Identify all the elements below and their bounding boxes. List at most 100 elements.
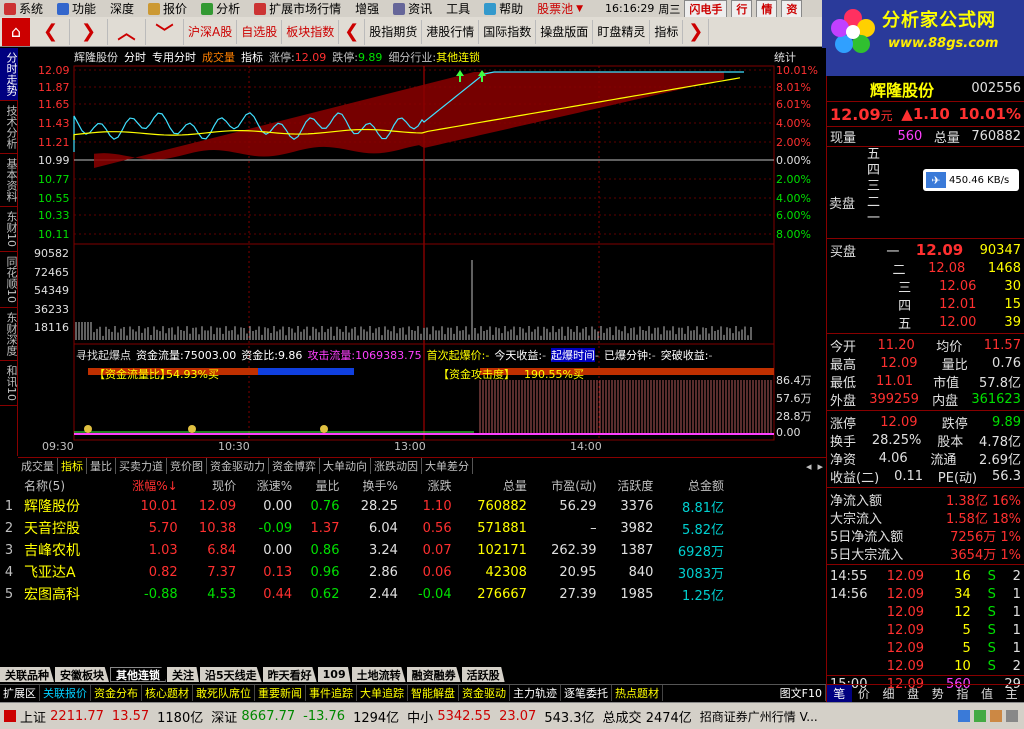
rtab-detail[interactable]: 细 (876, 685, 901, 702)
tick-list[interactable]: 14:55 12.09 16 S 2 14:56 12.09 34 S 1 12.09 12 S 1 … (827, 564, 1024, 695)
ctab-volume[interactable]: 成交量 (18, 458, 58, 474)
flash-trade-button[interactable]: 闪电手 (684, 0, 728, 18)
btab-active[interactable]: 活跃股 (461, 667, 505, 682)
rtab-trend[interactable]: 势 (926, 685, 951, 702)
arrow-up-icon[interactable]: ︿ (108, 18, 146, 45)
table-row[interactable]: 4 飞亚达A 0.82 7.37 0.13 0.96 2.86 0.06 423… (0, 561, 730, 583)
nav-events[interactable]: 事件追踪 (306, 685, 357, 701)
ctab-vr[interactable]: 量比 (87, 458, 116, 474)
menu-stock-pool[interactable]: 股票池 ▼ (530, 0, 590, 17)
home-icon[interactable]: ⌂ (2, 17, 30, 46)
tab-qing[interactable]: 情 (756, 0, 778, 18)
btab-anhui[interactable]: 安徽板块 (55, 667, 109, 682)
menu-function[interactable]: 功能 (50, 0, 103, 17)
col-act[interactable]: 活跃度 (603, 475, 660, 495)
tb-sector-index[interactable]: 板块指数 (282, 19, 340, 44)
nav-news[interactable]: 重要新闻 (255, 685, 306, 701)
tb-watchlist[interactable]: 自选股 (237, 19, 283, 44)
ctab-power[interactable]: 买卖力道 (116, 458, 167, 474)
ltab-intraday[interactable]: 分时走势 (0, 48, 18, 101)
btab-109[interactable]: 109 (317, 667, 351, 682)
btab-margin[interactable]: 融资融券 (406, 667, 461, 682)
ctab-bigorder[interactable]: 大单动向 (320, 458, 371, 474)
menu-news[interactable]: 资讯 (386, 0, 439, 17)
nav-orders[interactable]: 逐笔委托 (561, 685, 612, 701)
tb-shsz-a[interactable]: 沪深A股 (184, 19, 238, 44)
arrow-right-icon[interactable]: ❯ (70, 18, 108, 45)
col-price[interactable]: 现价 (184, 475, 242, 495)
nav-fund-dist[interactable]: 资金分布 (91, 685, 142, 701)
intraday-chart[interactable]: 辉隆股份 分时 专用分时 成交量 指标 涨停: 12.09 跌停: 9.89 细分行… (18, 48, 826, 456)
tb-intl[interactable]: 国际指数 (479, 19, 537, 44)
col-pe[interactable]: 市盈(动) (533, 475, 603, 495)
col-diff[interactable]: 涨跌 (404, 475, 458, 495)
ctab-left-icon[interactable]: ◂ (803, 458, 815, 474)
ctab-right-icon[interactable]: ▸ (814, 458, 826, 474)
ctab-cause[interactable]: 涨跌动因 (371, 458, 422, 474)
ctab-game[interactable]: 资金博弈 (269, 458, 320, 474)
rtab-index[interactable]: 指 (950, 685, 975, 702)
menu-quote[interactable]: 报价 (141, 0, 194, 17)
nav-ext[interactable]: 扩展区 (0, 685, 40, 701)
tb-monitor[interactable]: 盯盘精灵 (593, 19, 651, 44)
ctab-diff[interactable]: 大单差分 (422, 458, 473, 474)
ctab-auction[interactable]: 竞价图 (167, 458, 207, 474)
btab-yesterday[interactable]: 昨天看好 (262, 667, 317, 682)
tb-indicator[interactable]: 指标 (650, 19, 684, 44)
nav-drive[interactable]: 资金驱动 (459, 685, 510, 701)
rtab-tick[interactable]: 笔 (827, 685, 852, 702)
btab-focus[interactable]: 关注 (167, 667, 199, 682)
rtab-price[interactable]: 价 (852, 685, 877, 702)
ltab-technical[interactable]: 技术分析 (0, 101, 18, 154)
menu-analysis[interactable]: 分析 (194, 0, 247, 17)
menu-help[interactable]: 帮助 (477, 0, 530, 17)
tb-layout[interactable]: 操盘版面 (536, 19, 594, 44)
table-row[interactable]: 3 吉峰农机 1.03 6.84 0.00 0.86 3.24 0.07 102… (0, 539, 730, 561)
col-name[interactable]: 名称(5) (24, 475, 114, 495)
ltab-east-depth[interactable]: 东财深度 (0, 308, 18, 361)
col-turn[interactable]: 换手% (345, 475, 403, 495)
rtab-main[interactable]: 主 (999, 685, 1024, 702)
btab-5day[interactable]: 沿5天线走 (200, 667, 262, 682)
menu-depth[interactable]: 深度 (103, 0, 141, 17)
tray-lock-icon[interactable] (1006, 710, 1018, 722)
rtab-value[interactable]: 值 (975, 685, 1000, 702)
nav-f10[interactable]: 图文F10 (777, 685, 826, 701)
ctab-drive[interactable]: 资金驱动力 (207, 458, 269, 474)
tab-hang[interactable]: 行 (731, 0, 753, 18)
nav-hot[interactable]: 热点题材 (612, 685, 663, 701)
nav-track[interactable]: 主力轨迹 (510, 685, 561, 701)
col-vol[interactable]: 总量 (458, 475, 533, 495)
menu-ext-market[interactable]: 扩展市场行情 (247, 0, 348, 17)
arrow-left-small-icon[interactable]: ❮ (339, 18, 366, 45)
col-speed[interactable]: 涨速% (242, 475, 298, 495)
rtab-book[interactable]: 盘 (901, 685, 926, 702)
table-row[interactable]: 5 宏图高科 -0.88 4.53 0.44 0.62 2.44 -0.04 2… (0, 583, 730, 605)
table-row[interactable]: 2 天音控股 5.70 10.38 -0.09 1.37 6.04 0.56 5… (0, 517, 730, 539)
btab-related[interactable]: 关联品种 (0, 667, 54, 682)
col-vr[interactable]: 量比 (298, 475, 345, 495)
nav-core-theme[interactable]: 核心题材 (142, 685, 193, 701)
ltab-eastmoney[interactable]: 东财10 (0, 207, 18, 252)
nav-bigorder[interactable]: 大单追踪 (357, 685, 408, 701)
arrow-down-icon[interactable]: ﹀ (146, 18, 184, 45)
arrow-right-small-icon[interactable]: ❯ (683, 18, 710, 45)
ltab-ths[interactable]: 同花顺10 (0, 252, 18, 308)
arrow-left-icon[interactable]: ❮ (32, 18, 70, 45)
tray-network-icon[interactable] (958, 710, 970, 722)
col-amt[interactable]: 总金额 (659, 475, 730, 495)
btab-land[interactable]: 土地流转 (351, 667, 406, 682)
tray-status-icon[interactable] (974, 710, 986, 722)
nav-related-quote[interactable]: 关联报价 (40, 685, 91, 701)
table-row[interactable]: 1 辉隆股份 10.01 12.09 0.00 0.76 28.25 1.10 … (0, 495, 730, 517)
btab-chain[interactable]: 其他连锁 (110, 667, 166, 682)
nav-smart[interactable]: 智能解盘 (408, 685, 459, 701)
ctab-indicator[interactable]: 指标 (58, 458, 87, 474)
ltab-hexun[interactable]: 和讯10 (0, 361, 18, 406)
menu-system[interactable]: 系统 (0, 0, 50, 17)
tab-zi[interactable]: 资 (781, 0, 803, 18)
tray-msg-icon[interactable] (990, 710, 1002, 722)
tb-hk[interactable]: 港股行情 (422, 19, 480, 44)
menu-enhance[interactable]: 增强 (348, 0, 386, 17)
nav-seats[interactable]: 敢死队席位 (193, 685, 255, 701)
